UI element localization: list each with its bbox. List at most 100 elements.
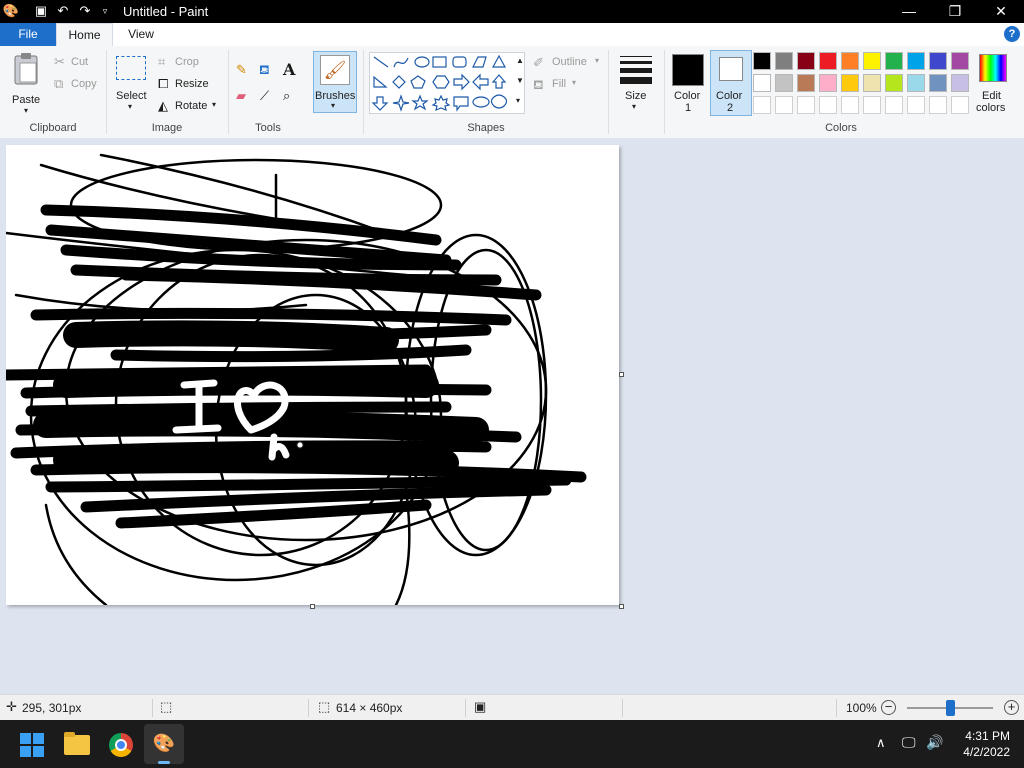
fill-bucket-icon[interactable]: ⛾ (259, 62, 270, 80)
file-explorer-icon[interactable] (64, 732, 90, 755)
fill-button[interactable]: Fill (552, 78, 566, 90)
palette-swatch[interactable] (797, 52, 815, 70)
custom-color-slot[interactable] (885, 96, 903, 114)
start-button[interactable] (20, 733, 44, 757)
custom-color-slot[interactable] (819, 96, 837, 114)
status-divider (465, 699, 466, 717)
custom-color-slot[interactable] (863, 96, 881, 114)
rotate-dropdown-icon[interactable]: ▾ (212, 100, 216, 109)
close-button[interactable]: ✕ (978, 0, 1024, 23)
title-bar: 🎨 ▣ ↶ ↷ ▿ Untitled - Paint — ❐ ✕ (0, 0, 1024, 23)
rotate-button[interactable]: Rotate (175, 100, 207, 112)
image-size-icon: ⬚ (318, 699, 331, 714)
color2-button[interactable]: Color 2 (710, 50, 752, 116)
palette-swatch[interactable] (819, 52, 837, 70)
shapes-scroll-up-icon[interactable]: ▲ (516, 56, 524, 65)
show-hidden-icons-icon[interactable]: ∧ (876, 735, 886, 751)
palette-swatch[interactable] (775, 52, 793, 70)
save-icon[interactable]: ▣ (32, 2, 50, 20)
minimize-button[interactable]: — (886, 0, 932, 23)
size-dropdown-icon[interactable]: ▾ (632, 102, 636, 111)
custom-color-slot[interactable] (753, 96, 771, 114)
network-icon[interactable]: 🖵 (902, 734, 916, 751)
file-size-icon: ▣ (474, 699, 487, 714)
palette-swatch[interactable] (775, 74, 793, 92)
image-group-label: Image (151, 122, 183, 134)
palette-swatch[interactable] (907, 52, 925, 70)
size-button[interactable]: Size ▾ (614, 52, 658, 114)
shapes-more-icon[interactable]: ▾ (516, 96, 520, 105)
undo-icon[interactable]: ↶ (54, 2, 72, 20)
tab-file[interactable]: File (0, 23, 56, 46)
edit-colors-button[interactable]: Edit colors (976, 52, 1010, 116)
zoom-slider-thumb[interactable] (945, 700, 955, 716)
tab-home[interactable]: Home (56, 23, 113, 46)
palette-swatch[interactable] (753, 74, 771, 92)
palette-swatch[interactable] (929, 52, 947, 70)
shapes-gallery[interactable] (369, 52, 525, 114)
drawn-I (172, 424, 222, 434)
zoom-slider[interactable] (907, 700, 993, 716)
brushes-dropdown-icon[interactable]: ▾ (331, 101, 335, 110)
zoom-in-button[interactable]: + (1004, 700, 1019, 715)
paste-dropdown-icon[interactable]: ▾ (24, 106, 28, 115)
copy-button[interactable]: Copy (71, 78, 97, 90)
palette-swatch[interactable] (885, 74, 903, 92)
tab-view[interactable]: View (113, 23, 169, 46)
magnifier-icon[interactable]: ⌕ (283, 88, 290, 104)
select-button[interactable]: Select ▾ (112, 52, 152, 114)
palette-swatch[interactable] (885, 52, 903, 70)
customize-quick-access-icon[interactable]: ▿ (96, 2, 114, 20)
crop-button[interactable]: Crop (175, 56, 199, 68)
resize-handle-right[interactable] (619, 372, 624, 377)
resize-button[interactable]: Resize (175, 78, 209, 90)
palette-swatch[interactable] (797, 74, 815, 92)
paint-app-icon[interactable]: 🎨 (2, 2, 20, 20)
resize-handle-corner[interactable] (619, 604, 624, 609)
drawing-canvas[interactable] (6, 145, 619, 605)
palette-swatch[interactable] (841, 74, 859, 92)
palette-swatch[interactable] (863, 74, 881, 92)
resize-handle-bottom[interactable] (310, 604, 315, 609)
palette-swatch[interactable] (753, 52, 771, 70)
volume-icon[interactable]: 🔊 (926, 734, 943, 751)
clock-time[interactable]: 4:31 PM (960, 729, 1010, 743)
custom-color-slot[interactable] (929, 96, 947, 114)
text-tool-icon[interactable]: A (283, 60, 295, 79)
color2-swatch (719, 57, 743, 81)
zoom-out-button[interactable]: − (881, 700, 896, 715)
redo-icon[interactable]: ↷ (76, 2, 94, 20)
outline-dropdown-icon[interactable]: ▾ (595, 56, 599, 65)
help-icon[interactable]: ? (1004, 26, 1020, 42)
palette-swatch[interactable] (819, 74, 837, 92)
status-bar: ✛ 295, 301px ⬚ ⬚ 614 × 460px ▣ 100% − + (0, 694, 1024, 721)
palette-swatch[interactable] (841, 52, 859, 70)
palette-swatch[interactable] (951, 52, 969, 70)
custom-color-slot[interactable] (775, 96, 793, 114)
select-dropdown-icon[interactable]: ▾ (128, 102, 132, 111)
palette-swatch[interactable] (929, 74, 947, 92)
palette-swatch[interactable] (907, 74, 925, 92)
palette-swatch[interactable] (951, 74, 969, 92)
eraser-icon[interactable]: ▰ (236, 88, 246, 104)
brushes-button[interactable]: 🖌 Brushes ▾ (313, 51, 357, 113)
custom-color-slot[interactable] (907, 96, 925, 114)
pencil-icon[interactable]: ✎ (236, 62, 247, 78)
color-picker-icon[interactable]: ⟋ (260, 88, 269, 104)
custom-color-slot[interactable] (951, 96, 969, 114)
fill-dropdown-icon[interactable]: ▾ (572, 78, 576, 87)
custom-color-slot[interactable] (797, 96, 815, 114)
color1-button[interactable]: Color 1 (668, 50, 708, 116)
palette-swatch[interactable] (863, 52, 881, 70)
shapes-scroll-down-icon[interactable]: ▼ (516, 76, 524, 85)
paste-button[interactable]: Paste ▾ (8, 50, 46, 115)
chrome-icon[interactable] (109, 733, 133, 757)
cut-button[interactable]: Cut (71, 56, 88, 68)
paint-taskbar-button[interactable]: 🎨 (144, 724, 184, 764)
cursor-position: 295, 301px (22, 701, 82, 715)
custom-color-slot[interactable] (841, 96, 859, 114)
outline-button[interactable]: Outline (552, 56, 587, 68)
edit-colors-icon (979, 54, 1007, 82)
clock-date[interactable]: 4/2/2022 (954, 745, 1010, 759)
maximize-button[interactable]: ❐ (932, 0, 978, 23)
